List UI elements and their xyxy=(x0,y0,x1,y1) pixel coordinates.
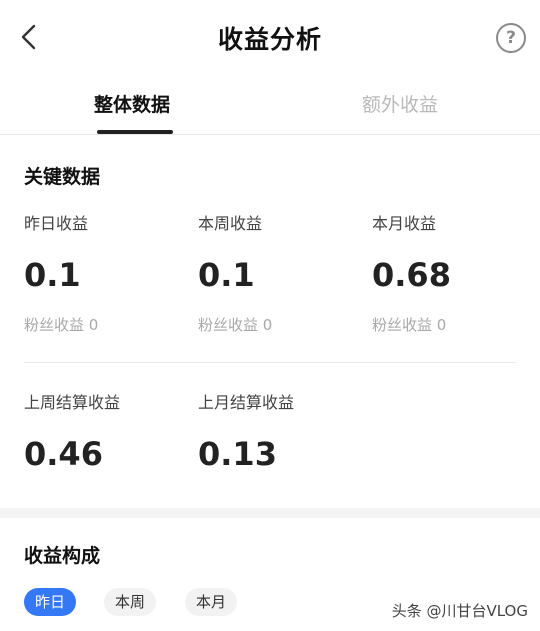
active-tab-indicator xyxy=(97,130,173,134)
metric-yesterday: 昨日收益 0.1 粉丝收益 0 xyxy=(24,210,184,335)
tab-extra-earnings[interactable]: 额外收益 xyxy=(362,90,438,117)
metric-fans-earnings: 粉丝收益 0 xyxy=(372,316,447,334)
metric-value: 0.1 xyxy=(24,256,81,294)
page-title: 收益分析 xyxy=(217,25,322,54)
metric-fans-earnings: 粉丝收益 0 xyxy=(198,316,273,334)
earnings-composition-title: 收益构成 xyxy=(24,545,101,567)
tab-bar: 整体数据 额外收益 xyxy=(0,76,540,135)
metric-label: 上周结算收益 xyxy=(24,393,121,412)
help-button[interactable]: ? xyxy=(496,23,526,53)
metric-this-month: 本月收益 0.68 粉丝收益 0 xyxy=(372,210,532,335)
chip-this-week[interactable]: 本周 xyxy=(104,588,157,616)
key-data-title: 关键数据 xyxy=(24,166,101,188)
tab-overall-data[interactable]: 整体数据 xyxy=(94,90,170,117)
metric-last-month-settled: 上月结算收益 0.13 xyxy=(198,389,358,473)
metric-label: 本月收益 xyxy=(372,214,437,233)
metric-fans-earnings: 粉丝收益 0 xyxy=(24,316,99,334)
watermark: 头条 @川甘台VLOG xyxy=(391,602,528,620)
metric-label: 昨日收益 xyxy=(24,214,89,233)
metric-value: 0.68 xyxy=(372,256,451,294)
question-icon: ? xyxy=(506,28,516,48)
metric-value: 0.46 xyxy=(24,435,103,473)
header: 收益分析 ? xyxy=(0,0,540,76)
metric-label: 本周收益 xyxy=(198,214,263,233)
chip-yesterday[interactable]: 昨日 xyxy=(24,588,77,616)
metric-label: 上月结算收益 xyxy=(198,393,295,412)
metric-value: 0.13 xyxy=(198,435,277,473)
section-separator xyxy=(0,508,540,518)
metric-this-week: 本周收益 0.1 粉丝收益 0 xyxy=(198,210,358,335)
chip-this-month[interactable]: 本月 xyxy=(185,588,238,616)
metric-value: 0.1 xyxy=(198,256,255,294)
divider xyxy=(24,362,516,363)
metric-last-week-settled: 上周结算收益 0.46 xyxy=(24,389,184,473)
